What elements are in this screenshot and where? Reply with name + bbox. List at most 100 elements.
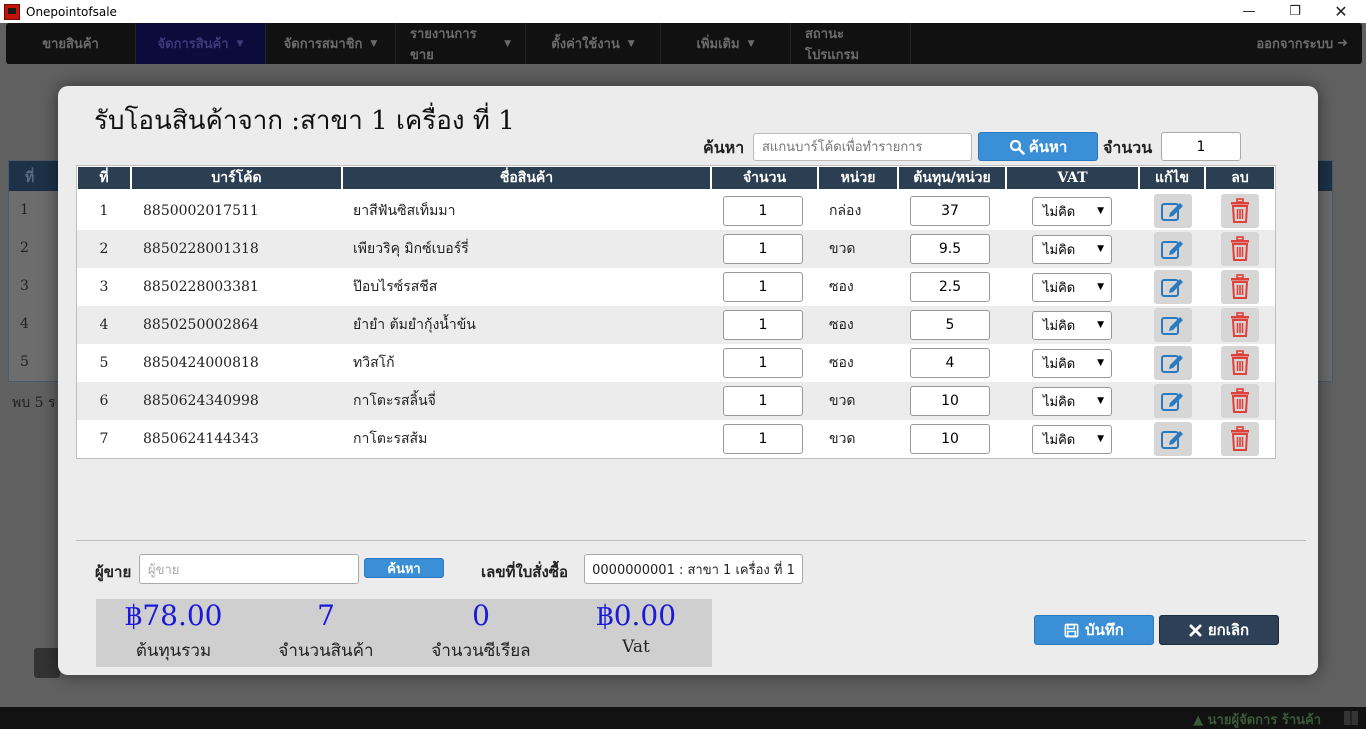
col-header-delete: ลบ: [1206, 167, 1274, 189]
caret-down-icon: ▼: [1097, 244, 1104, 254]
nav-members[interactable]: จัดการสมาชิก ▼: [266, 23, 396, 64]
row-vat-select[interactable]: ไม่คิด ▼: [1032, 311, 1112, 340]
trash-icon: [1231, 426, 1249, 451]
table-row: 1 8850002017511 ยาสีฟันซิสเท็มมา 1 กล่อง 37 ไม…: [77, 192, 1275, 230]
trash-icon: [1231, 350, 1249, 375]
edit-icon: [1161, 279, 1183, 297]
col-header-barcode: บาร์โค้ด: [132, 167, 341, 189]
barcode-search-input[interactable]: [753, 133, 972, 161]
row-product-name: ยำยำ ต้มยำกุ้งน้ำข้น: [353, 317, 476, 333]
edit-row-button[interactable]: [1154, 346, 1192, 380]
row-vat-select[interactable]: ไม่คิด ▼: [1032, 425, 1112, 454]
row-vat-select[interactable]: ไม่คิด ▼: [1032, 235, 1112, 264]
modal-title: รับโอนสินค้าจาก :สาขา 1 เครื่อง ที่ 1: [94, 106, 515, 136]
edit-row-button[interactable]: [1154, 308, 1192, 342]
save-button[interactable]: บันทึก: [1034, 615, 1154, 645]
delete-row-button[interactable]: [1221, 346, 1259, 380]
delete-row-button[interactable]: [1221, 384, 1259, 418]
search-button[interactable]: ค้นหา: [978, 132, 1098, 161]
app-logo-icon: [4, 3, 20, 20]
maximize-button[interactable]: ❐: [1272, 0, 1318, 23]
row-qty-input[interactable]: 1: [723, 424, 803, 454]
row-qty-input[interactable]: 1: [723, 348, 803, 378]
row-product-name: เพียวริคุ มิกซ์เบอร์รี่: [353, 241, 469, 257]
quantity-input[interactable]: [1161, 132, 1241, 161]
main-navbar: ขายสินค้า จัดการสินค้า ▼ จัดการสมาชิก ▼ รา…: [6, 23, 1362, 64]
delete-row-button[interactable]: [1221, 270, 1259, 304]
edit-row-button[interactable]: [1154, 270, 1192, 304]
edit-row-button[interactable]: [1154, 194, 1192, 228]
close-window-button[interactable]: ✕: [1318, 0, 1364, 23]
caret-down-icon: ▼: [370, 38, 378, 49]
table-row: 5 8850424000818 ทวิสโก้ 1 ซอง 4 ไม่คิด ▼: [77, 344, 1275, 382]
row-qty-input[interactable]: 1: [723, 234, 803, 264]
row-qty-input[interactable]: 1: [723, 310, 803, 340]
trash-icon: [1231, 388, 1249, 413]
nav-status[interactable]: สถานะโปรแกรม: [791, 23, 911, 64]
table-header: ที่ บาร์โค้ด ชื่อสินค้า จำนวน หน่วย ต้นท…: [77, 166, 1275, 190]
trash-icon: [1231, 198, 1249, 223]
seller-input[interactable]: ผู้ขาย: [139, 554, 359, 584]
row-cost-input[interactable]: 10: [910, 424, 990, 454]
row-qty-input[interactable]: 1: [723, 196, 803, 226]
nav-settings[interactable]: ตั้งค่าใช้งาน ▼: [526, 23, 661, 64]
row-barcode: 8850624340998: [143, 393, 259, 409]
row-cost-input[interactable]: 5: [910, 310, 990, 340]
row-vat-select[interactable]: ไม่คิด ▼: [1032, 197, 1112, 226]
edit-row-button[interactable]: [1154, 384, 1192, 418]
nav-reports-label: รายงานการขาย: [410, 26, 477, 63]
row-barcode: 8850624144343: [143, 431, 259, 447]
minimize-button[interactable]: —: [1226, 0, 1272, 23]
nav-more[interactable]: เพิ่มเติม ▼: [661, 23, 791, 64]
delete-row-button[interactable]: [1221, 232, 1259, 266]
cancel-button[interactable]: ยกเลิก: [1159, 615, 1279, 645]
row-cost-input[interactable]: 9.5: [910, 234, 990, 264]
delete-row-button[interactable]: [1221, 308, 1259, 342]
row-cost-input[interactable]: 4: [910, 348, 990, 378]
status-bar: [0, 707, 1366, 729]
row-vat-select[interactable]: ไม่คิด ▼: [1032, 387, 1112, 416]
logout-icon: ➜: [1337, 36, 1348, 51]
trash-icon: [1231, 274, 1249, 299]
row-vat-value: ไม่คิด: [1043, 433, 1076, 448]
row-unit: ซอง: [829, 355, 854, 371]
col-header-edit: แก้ไข: [1140, 167, 1204, 189]
nav-reports[interactable]: รายงานการขาย ▼: [396, 23, 526, 64]
background-row-no: 4: [20, 316, 29, 332]
row-qty-input[interactable]: 1: [723, 386, 803, 416]
row-vat-select[interactable]: ไม่คิด ▼: [1032, 349, 1112, 378]
row-cost-input[interactable]: 2.5: [910, 272, 990, 302]
book-icon: [34, 648, 60, 678]
nav-logout[interactable]: ออกจากระบบ ➜: [1242, 23, 1362, 64]
vat-label: Vat: [622, 637, 650, 657]
delete-row-button[interactable]: [1221, 422, 1259, 456]
window-title: Onepointofsale: [26, 4, 117, 19]
nav-products[interactable]: จัดการสินค้า ▼: [136, 23, 266, 64]
edit-row-button[interactable]: [1154, 422, 1192, 456]
grid-icon[interactable]: [1344, 711, 1358, 725]
edit-icon: [1161, 317, 1183, 335]
search-label: ค้นหา: [703, 138, 745, 157]
table-row: 3 8850228003381 ป๊อบไรซ์รสชีส 1 ซอง 2.5 ไม่คิด…: [77, 268, 1275, 306]
nav-settings-label: ตั้งค่าใช้งาน: [551, 37, 620, 52]
caret-down-icon: ▼: [627, 38, 635, 49]
close-icon: [1189, 623, 1202, 637]
cancel-button-label: ยกเลิก: [1207, 621, 1250, 639]
caret-down-icon: ▼: [747, 38, 755, 49]
user-icon: ▲: [1193, 713, 1204, 728]
seller-search-button[interactable]: ค้นหา: [364, 558, 444, 578]
row-unit: ขวด: [829, 241, 856, 257]
row-barcode: 8850250002864: [143, 317, 259, 333]
row-product-name: กาโตะรสส้ม: [353, 431, 428, 447]
row-barcode: 8850228001318: [143, 241, 259, 257]
edit-row-button[interactable]: [1154, 232, 1192, 266]
row-no: 5: [99, 355, 109, 371]
row-qty-input[interactable]: 1: [723, 272, 803, 302]
row-cost-input[interactable]: 10: [910, 386, 990, 416]
row-vat-select[interactable]: ไม่คิด ▼: [1032, 273, 1112, 302]
po-number-field[interactable]: 0000000001 : สาขา 1 เครื่อง ที่ 1: [584, 554, 803, 584]
nav-sell[interactable]: ขายสินค้า: [6, 23, 136, 64]
delete-row-button[interactable]: [1221, 194, 1259, 228]
row-no: 2: [99, 241, 109, 257]
row-cost-input[interactable]: 37: [910, 196, 990, 226]
